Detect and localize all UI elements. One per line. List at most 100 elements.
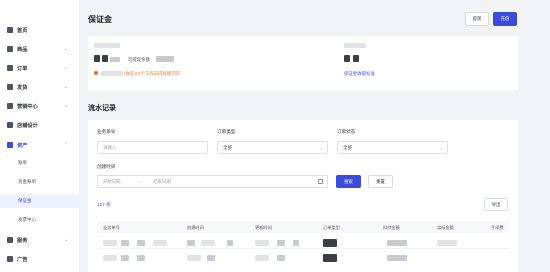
order-type-select[interactable]: 全部 ⌄ (217, 141, 328, 154)
assets-icon (7, 142, 13, 148)
redacted-cell (187, 255, 201, 261)
withdraw-button[interactable]: 提现 (465, 12, 489, 26)
redacted-cell (207, 255, 215, 261)
deposit-standard-link[interactable]: 保证金收取标准 (344, 71, 375, 77)
chevron-down-icon: ⌄ (64, 46, 69, 52)
order-type-value: 全部 (223, 144, 232, 150)
table-header: 业务单号 创建时间 更新时间 订单类型 扣除金额 实际金额 手续费 (97, 221, 510, 233)
sidebar-item-label: 服务 (17, 237, 28, 244)
redacted-cell (121, 255, 129, 261)
chevron-down-icon: ⌄ (64, 237, 69, 243)
sidebar-item-home[interactable]: 首页 (0, 23, 80, 37)
sidebar-item-label: 商品 (17, 46, 28, 53)
chevron-up-icon: ⌃ (64, 142, 69, 148)
sidebar-item-marketing[interactable]: 营销中心 ⌄ (0, 99, 80, 113)
sidebar-item-assets[interactable]: 资产 ⌃ (0, 138, 80, 152)
redacted-cell (187, 240, 195, 246)
sidebar-subitem-label: 账单 (18, 160, 27, 165)
chevron-down-icon: ⌄ (319, 145, 323, 150)
sidebar-item-label: 订单 (17, 65, 28, 72)
business-no-input[interactable]: 请输入 (97, 141, 208, 154)
redacted-amount (110, 57, 120, 62)
sidebar: 首页 商品 ⌄ 订单 ⌄ 发货 ⌄ 营销中心 ⌄ 店铺设计 资产 ⌃ 账单 资金… (0, 0, 80, 272)
redacted-cell (277, 240, 285, 246)
service-icon (7, 237, 13, 243)
export-button[interactable]: 导出 (484, 198, 508, 211)
chevron-down-icon: ⌄ (64, 103, 69, 109)
redacted-cell (121, 240, 129, 246)
redacted-cell (277, 255, 285, 261)
redacted-cell (137, 255, 145, 261)
marketing-icon (7, 103, 13, 109)
chevron-down-icon: ⌄ (64, 84, 69, 90)
available-balance-label: 可提现余额 (128, 57, 150, 62)
column-header: 订单类型 (323, 224, 340, 230)
start-date-input[interactable]: 开始日期 (103, 179, 121, 185)
sidebar-item-shipping[interactable]: 发货 ⌄ (0, 80, 80, 94)
sidebar-item-label: 发货 (17, 84, 28, 91)
home-icon (7, 27, 13, 33)
sidebar-subitem-fund-bill[interactable]: 资金账单 (0, 175, 80, 189)
sidebar-item-label: 首页 (17, 27, 28, 34)
redacted-cell (153, 240, 167, 246)
processing-notice: )会在3-5个工作日内处理完毕 (124, 71, 181, 76)
redacted-cell (103, 240, 117, 246)
sidebar-item-product[interactable]: 商品 ⌄ (0, 42, 80, 56)
sidebar-subitem-bill[interactable]: 账单 (0, 156, 80, 170)
date-range-picker[interactable]: 开始日期 ~ 结束日期 (97, 175, 328, 188)
warning-dot-icon (94, 71, 98, 75)
record-count: 127 条 (97, 202, 111, 207)
sidebar-item-ad[interactable]: 广告 (0, 252, 80, 266)
order-type-label: 订单类型 (217, 129, 236, 134)
redacted-cell (255, 240, 269, 246)
redacted-cell (387, 240, 407, 246)
redacted-amount (156, 56, 174, 62)
reset-button[interactable]: 重置 (368, 175, 393, 188)
recharge-button[interactable]: 充值 (493, 12, 517, 26)
redacted-cell (137, 240, 145, 246)
business-no-label: 业务单号 (97, 129, 116, 134)
redacted-cell (201, 240, 215, 246)
table-row[interactable] (97, 252, 510, 264)
redacted-amount (344, 55, 350, 62)
order-status-select[interactable]: 全部 ⌄ (337, 141, 448, 154)
deposit-summary-card: 可提现余额 )会在3-5个工作日内处理完毕 保证金收取标准 (88, 36, 518, 90)
order-status-label: 订单状态 (337, 129, 356, 134)
redacted-cell (227, 240, 233, 246)
sidebar-subitem-label: 保证金 (18, 198, 32, 203)
sidebar-item-service[interactable]: 服务 ⌄ (0, 233, 80, 247)
column-header: 扣除金额 (383, 224, 400, 230)
redacted-text (101, 71, 123, 76)
table-row[interactable] (97, 237, 510, 249)
column-header: 创建时间 (187, 224, 204, 230)
search-button[interactable]: 搜索 (336, 175, 361, 188)
column-header: 手续费 (491, 224, 504, 230)
redacted-cell (255, 255, 269, 261)
calendar-icon (318, 179, 323, 184)
order-status-value: 全部 (343, 144, 352, 150)
sidebar-subitem-invoice[interactable]: 发票中心 (0, 213, 80, 227)
column-header: 业务单号 (103, 224, 120, 230)
column-header: 更新时间 (255, 224, 272, 230)
column-header: 实际金额 (437, 224, 454, 230)
sidebar-item-label: 营销中心 (17, 103, 38, 110)
redacted-cell (323, 239, 337, 247)
shipping-icon (7, 84, 13, 90)
sidebar-subitem-label: 资金账单 (18, 179, 36, 184)
sidebar-subitem-label: 发票中心 (18, 217, 36, 222)
redacted-label (94, 43, 120, 48)
redacted-cell (103, 255, 117, 261)
sidebar-item-order[interactable]: 订单 ⌄ (0, 61, 80, 75)
redacted-cell (387, 255, 407, 261)
order-icon (7, 65, 13, 71)
sidebar-item-shop-design[interactable]: 店铺设计 (0, 118, 80, 132)
redacted-amount (102, 55, 108, 62)
date-range-separator: ~ (138, 179, 142, 184)
redacted-amount (94, 55, 100, 62)
end-date-input[interactable]: 结束日期 (153, 179, 171, 185)
sidebar-subitem-deposit[interactable]: 保证金 (0, 194, 80, 208)
sidebar-item-label: 广告 (17, 256, 28, 263)
redacted-cell (293, 240, 299, 246)
redacted-cell (437, 240, 457, 246)
redacted-amount (353, 55, 359, 62)
